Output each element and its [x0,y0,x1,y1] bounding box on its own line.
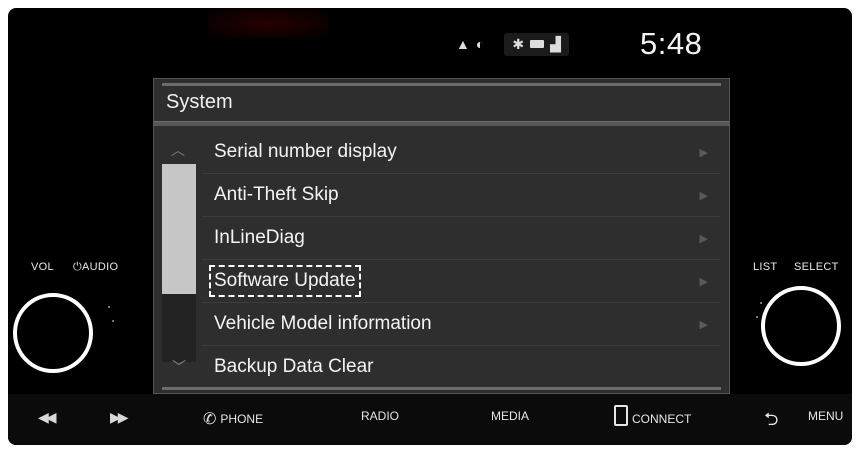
media-play-icon: ◐ [475,36,485,52]
connect-button[interactable]: CONNECT [614,405,691,426]
signal-icon: ▟ [550,35,561,52]
select-label: SELECT [794,261,839,273]
chevron-right-icon: ▶ [699,233,708,245]
media-button[interactable]: MEDIA [491,409,529,423]
glare [208,8,328,38]
bluetooth-icon: ✱ [512,35,525,52]
menu-button[interactable]: MENU [808,409,843,423]
scroll-down-icon[interactable]: ﹀ [172,357,186,377]
head-unit: ▲ ◐ ✱ ▟ 5:48 System ︿ ﹀ Serial number di… [8,8,852,445]
back-button[interactable]: ⮌ [764,407,778,437]
phone-device-icon [614,405,628,426]
scrollbar[interactable]: ︿ ﹀ [162,134,198,384]
top-divider [162,83,721,86]
connectivity-indicators: ✱ ▟ [504,32,569,56]
hardware-button-bar: ◀◀ ▶▶ ✆ PHONE RADIO MEDIA CONNECT ⮌ MENU [8,394,852,445]
media-label: MEDIA [491,409,530,423]
battery-icon [530,40,545,48]
seek-forward-icon: ▶▶ [110,409,128,425]
menu-item-label: Serial number display [214,141,397,162]
menu-item-vehicle-model-information[interactable]: Vehicle Model information ▶ [202,303,720,346]
menu-item-anti-theft-skip[interactable]: Anti-Theft Skip ▶ [202,174,720,217]
knob-tick [760,302,762,304]
navigation-arrow-icon: ▲ [456,36,470,52]
connect-label: CONNECT [632,411,692,426]
radio-label: RADIO [361,409,400,423]
select-knob[interactable] [761,286,841,366]
menu-item-label: Vehicle Model information [214,313,432,334]
system-screen: System ︿ ﹀ Serial number display ▶ Anti-… [153,78,730,394]
chevron-right-icon: ▶ [699,276,708,288]
menu-item-label: InLineDiag [214,227,305,248]
phone-label: PHONE [220,412,264,426]
clock: 5:48 [640,26,703,61]
menu-item-label: Anti-Theft Skip [214,184,339,205]
menu-item-label: Software Update [209,265,361,297]
chevron-right-icon: ▶ [699,319,708,331]
vol-label: VOL [31,261,54,273]
seek-forward-button[interactable]: ▶▶ [110,409,128,426]
back-arrow-icon: ⮌ [764,409,779,429]
knob-tick [112,320,114,322]
phone-icon: ✆ [203,411,217,428]
volume-knob[interactable] [13,293,93,373]
radio-button[interactable]: RADIO [361,409,399,423]
menu-item-inlinediag[interactable]: InLineDiag ▶ [202,217,720,260]
menu-item-serial-number-display[interactable]: Serial number display ▶ [202,131,720,174]
menu-item-label: Backup Data Clear [214,356,374,377]
menu-item-software-update[interactable]: Software Update ▶ [202,260,720,303]
page-title: System [166,91,233,113]
knob-tick [756,316,758,318]
scroll-thumb[interactable] [162,164,196,294]
seek-back-button[interactable]: ◀◀ [38,409,56,426]
title-divider [154,121,729,126]
list-label: LIST [753,261,778,273]
bottom-divider [162,387,721,390]
status-bar: ▲ ◐ ✱ ▟ [456,28,569,60]
menu-item-backup-data-clear[interactable]: Backup Data Clear [202,346,720,389]
audio-label: ⏻AUDIO [73,261,119,273]
phone-button[interactable]: ✆ PHONE [203,409,263,429]
seek-back-icon: ◀◀ [38,409,56,425]
chevron-right-icon: ▶ [699,147,708,159]
chevron-right-icon: ▶ [699,190,708,202]
power-icon: ⏻ [73,261,83,273]
knob-tick [108,306,110,308]
menu-list: Serial number display ▶ Anti-Theft Skip … [202,131,720,389]
scroll-up-icon[interactable]: ︿ [171,140,185,160]
scroll-track[interactable] [162,164,196,362]
menu-label: MENU [808,409,844,423]
